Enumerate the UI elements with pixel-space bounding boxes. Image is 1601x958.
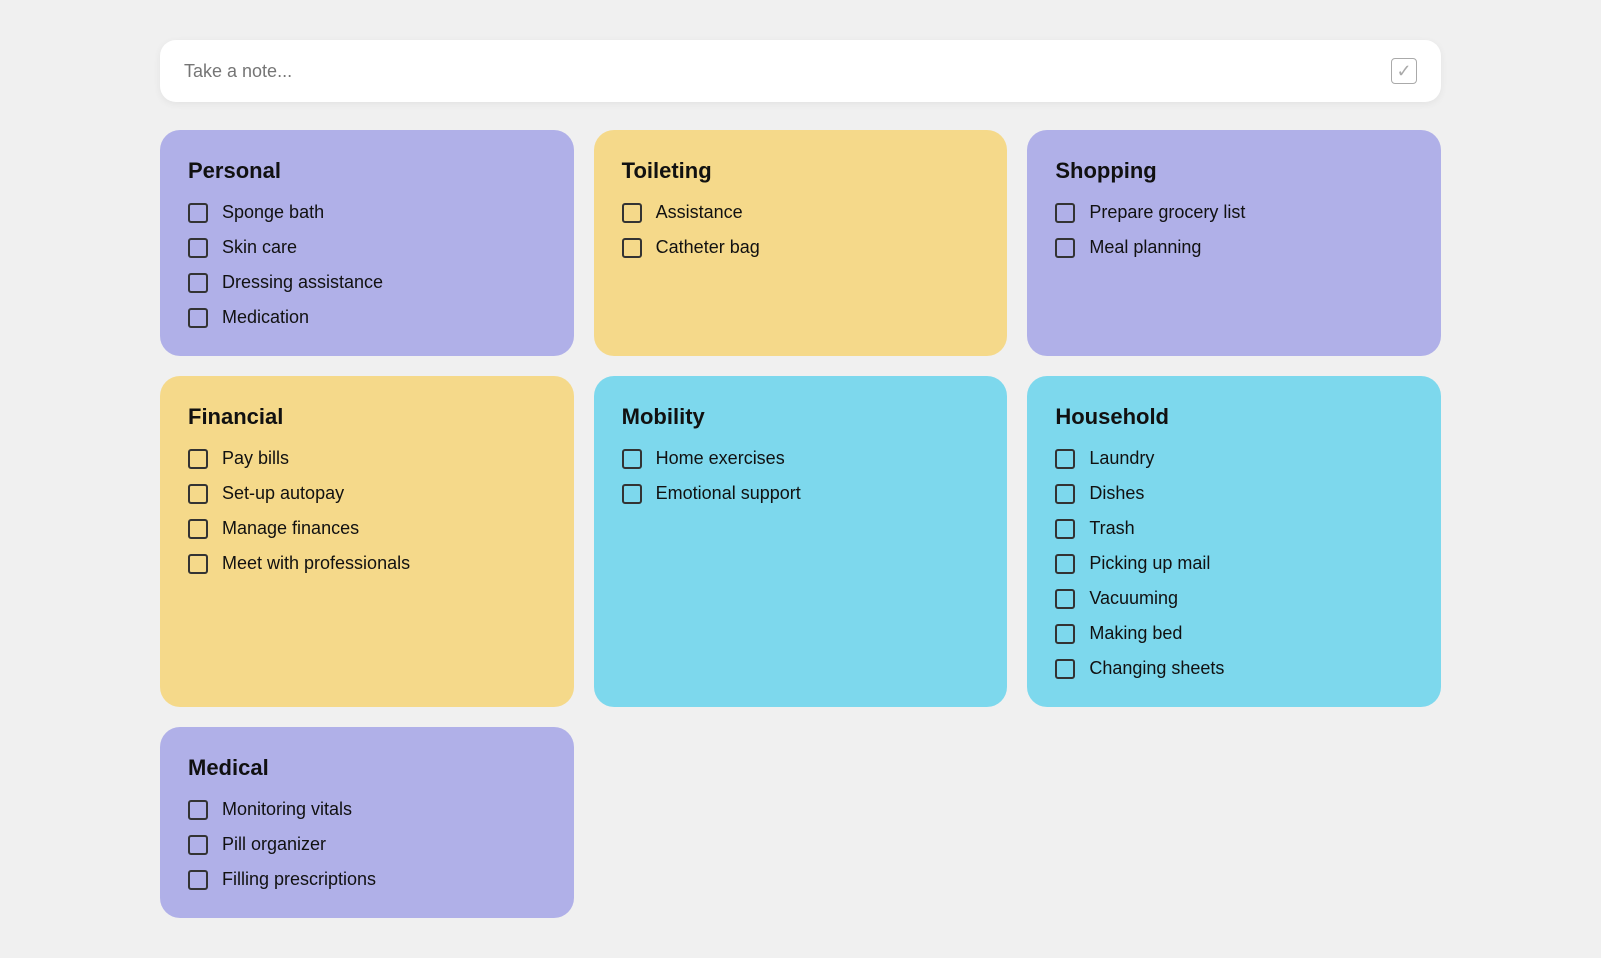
task-checkbox[interactable]: [1055, 238, 1075, 258]
task-item[interactable]: Sponge bath: [188, 202, 546, 223]
task-checkbox[interactable]: [188, 273, 208, 293]
task-label: Assistance: [656, 202, 743, 223]
task-item[interactable]: Assistance: [622, 202, 980, 223]
card-shopping: Shopping Prepare grocery list Meal plannin…: [1027, 130, 1441, 356]
task-label: Dressing assistance: [222, 272, 383, 293]
card-mobility: Mobility Home exercises Emotional support: [594, 376, 1008, 707]
task-checkbox[interactable]: [622, 203, 642, 223]
task-item[interactable]: Catheter bag: [622, 237, 980, 258]
task-item[interactable]: Set-up autopay: [188, 483, 546, 504]
task-label: Filling prescriptions: [222, 869, 376, 890]
card-toileting-title: Toileting: [622, 158, 980, 184]
task-label: Pill organizer: [222, 834, 326, 855]
card-medical-title: Medical: [188, 755, 546, 781]
task-checkbox[interactable]: [188, 835, 208, 855]
task-label: Making bed: [1089, 623, 1182, 644]
task-checkbox[interactable]: [188, 238, 208, 258]
task-checkbox[interactable]: [1055, 589, 1075, 609]
task-checkbox[interactable]: [622, 449, 642, 469]
task-item[interactable]: Trash: [1055, 518, 1413, 539]
task-label: Meet with professionals: [222, 553, 410, 574]
task-item[interactable]: Making bed: [1055, 623, 1413, 644]
task-checkbox[interactable]: [1055, 554, 1075, 574]
task-item[interactable]: Home exercises: [622, 448, 980, 469]
card-household-title: Household: [1055, 404, 1413, 430]
task-checkbox[interactable]: [1055, 659, 1075, 679]
checklist-icon: ✓: [1391, 58, 1417, 84]
card-mobility-title: Mobility: [622, 404, 980, 430]
task-item[interactable]: Meal planning: [1055, 237, 1413, 258]
task-label: Pay bills: [222, 448, 289, 469]
task-label: Meal planning: [1089, 237, 1201, 258]
task-label: Home exercises: [656, 448, 785, 469]
task-checkbox[interactable]: [1055, 484, 1075, 504]
task-checkbox[interactable]: [188, 800, 208, 820]
task-checkbox[interactable]: [188, 203, 208, 223]
task-label: Vacuuming: [1089, 588, 1178, 609]
task-checkbox[interactable]: [622, 238, 642, 258]
card-medical: Medical Monitoring vitals Pill organizer Fi…: [160, 727, 574, 918]
task-checkbox[interactable]: [188, 870, 208, 890]
task-item[interactable]: Manage finances: [188, 518, 546, 539]
card-toileting: Toileting Assistance Catheter bag: [594, 130, 1008, 356]
task-item[interactable]: Pay bills: [188, 448, 546, 469]
task-checkbox[interactable]: [1055, 624, 1075, 644]
task-checkbox[interactable]: [1055, 203, 1075, 223]
task-item[interactable]: Filling prescriptions: [188, 869, 546, 890]
task-label: Medication: [222, 307, 309, 328]
task-checkbox[interactable]: [188, 519, 208, 539]
task-item[interactable]: Monitoring vitals: [188, 799, 546, 820]
task-item[interactable]: Vacuuming: [1055, 588, 1413, 609]
task-label: Manage finances: [222, 518, 359, 539]
task-item[interactable]: Laundry: [1055, 448, 1413, 469]
task-label: Changing sheets: [1089, 658, 1224, 679]
task-item[interactable]: Meet with professionals: [188, 553, 546, 574]
task-checkbox[interactable]: [622, 484, 642, 504]
task-item[interactable]: Emotional support: [622, 483, 980, 504]
task-checkbox[interactable]: [188, 308, 208, 328]
task-item[interactable]: Skin care: [188, 237, 546, 258]
task-label: Skin care: [222, 237, 297, 258]
task-label: Prepare grocery list: [1089, 202, 1245, 223]
task-label: Laundry: [1089, 448, 1154, 469]
card-personal: Personal Sponge bath Skin care Dressing ass…: [160, 130, 574, 356]
task-checkbox[interactable]: [188, 484, 208, 504]
card-household: Household Laundry Dishes Trash Picking up ma…: [1027, 376, 1441, 707]
search-bar: ✓: [160, 40, 1441, 102]
card-shopping-title: Shopping: [1055, 158, 1413, 184]
task-label: Catheter bag: [656, 237, 760, 258]
search-input[interactable]: [184, 61, 1391, 82]
task-item[interactable]: Pill organizer: [188, 834, 546, 855]
card-financial: Financial Pay bills Set-up autopay Manage f…: [160, 376, 574, 707]
card-financial-title: Financial: [188, 404, 546, 430]
task-item[interactable]: Dishes: [1055, 483, 1413, 504]
task-item[interactable]: Dressing assistance: [188, 272, 546, 293]
task-item[interactable]: Changing sheets: [1055, 658, 1413, 679]
task-label: Trash: [1089, 518, 1134, 539]
task-label: Picking up mail: [1089, 553, 1210, 574]
task-label: Dishes: [1089, 483, 1144, 504]
task-label: Monitoring vitals: [222, 799, 352, 820]
task-checkbox[interactable]: [188, 449, 208, 469]
task-checkbox[interactable]: [1055, 519, 1075, 539]
task-label: Emotional support: [656, 483, 801, 504]
task-checkbox[interactable]: [1055, 449, 1075, 469]
task-item[interactable]: Medication: [188, 307, 546, 328]
card-personal-title: Personal: [188, 158, 546, 184]
task-item[interactable]: Picking up mail: [1055, 553, 1413, 574]
task-item[interactable]: Prepare grocery list: [1055, 202, 1413, 223]
task-label: Set-up autopay: [222, 483, 344, 504]
cards-grid: Personal Sponge bath Skin care Dressing ass…: [160, 130, 1441, 918]
task-label: Sponge bath: [222, 202, 324, 223]
task-checkbox[interactable]: [188, 554, 208, 574]
